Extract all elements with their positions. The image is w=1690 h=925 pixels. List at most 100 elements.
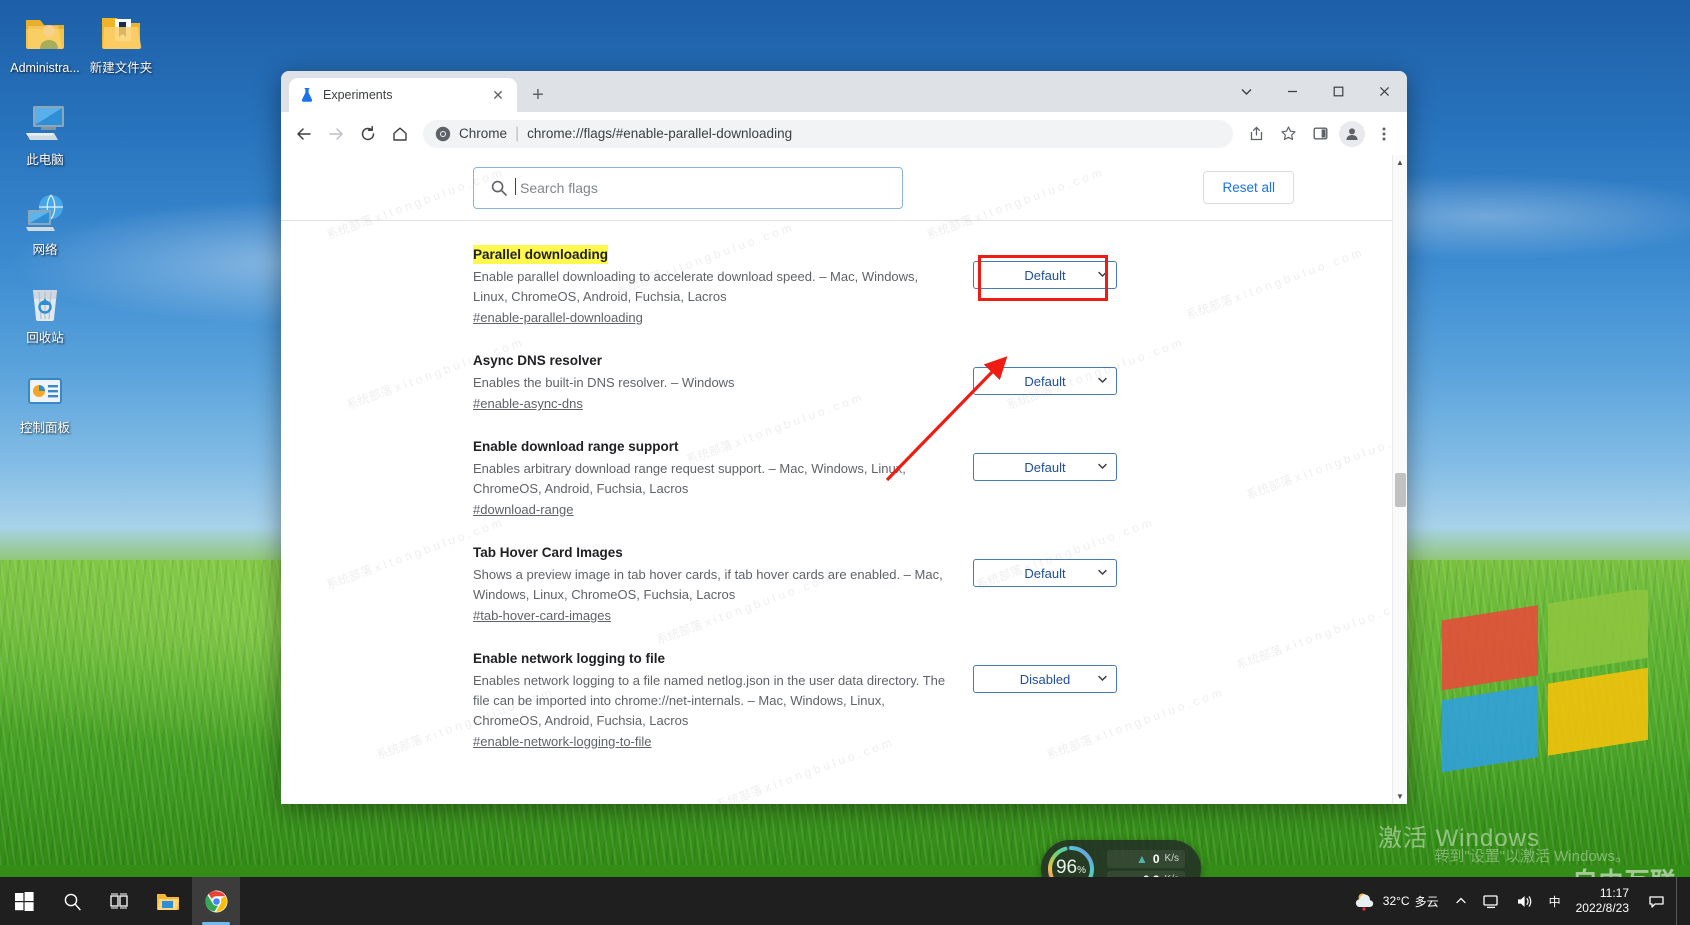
flag-select-value: Default — [1024, 373, 1066, 389]
weather-widget[interactable]: 32°C 多云 — [1349, 877, 1444, 925]
flags-search-header: Search flags Reset all — [281, 155, 1392, 221]
search-input[interactable]: Search flags — [473, 166, 903, 209]
volume-icon[interactable] — [1511, 877, 1538, 925]
desktop-icon-recycle-bin[interactable]: 回收站 — [2, 278, 88, 346]
flag-info: Enable download range support Enables ar… — [473, 437, 973, 519]
ime-indicator[interactable]: 中 — [1544, 877, 1566, 925]
windows-logo-artwork — [1442, 590, 1648, 773]
flag-info: Parallel downloading Enable parallel dow… — [473, 245, 973, 327]
chrome-browser-window: Experiments ✕ + Chrome | chrome://flags/… — [281, 71, 1407, 804]
desktop-icon-label: 新建文件夹 — [89, 61, 153, 75]
flag-title: Enable network logging to file — [473, 651, 666, 666]
chrome-logo-icon — [435, 126, 451, 141]
scroll-up-arrow-icon[interactable]: ▲ — [1393, 155, 1407, 170]
taskbar-search-button[interactable] — [48, 877, 96, 925]
flag-control: Default — [973, 245, 1117, 301]
new-tab-button[interactable]: + — [523, 80, 553, 110]
flag-description: Enable parallel downloading to accelerat… — [473, 269, 919, 304]
flag-control: Disabled — [973, 649, 1117, 693]
flag-permalink[interactable]: #tab-hover-card-images — [473, 608, 611, 623]
flag-select-network-logging[interactable]: Disabled — [973, 665, 1117, 693]
desktop-icon-label: 网络 — [32, 243, 58, 257]
partly-cloudy-icon — [1355, 893, 1373, 911]
close-icon[interactable]: ✕ — [489, 86, 507, 104]
desktop-icon-label: 控制面板 — [19, 421, 70, 435]
tray-expand-chevron-icon[interactable] — [1450, 877, 1472, 925]
toolbar-actions — [1241, 119, 1399, 149]
address-bar[interactable]: Chrome | chrome://flags/#enable-parallel… — [423, 119, 1233, 148]
flag-select-tab-hover-card-images[interactable]: Default — [973, 559, 1117, 587]
flag-description: Enables network logging to a file named … — [473, 673, 946, 728]
desktop-icon-this-pc[interactable]: 此电脑 — [2, 100, 88, 168]
flag-select-async-dns[interactable]: Default — [973, 367, 1117, 395]
share-icon[interactable] — [1241, 119, 1271, 149]
close-window-button[interactable] — [1361, 71, 1407, 112]
notification-icon[interactable] — [1643, 877, 1670, 925]
flag-info: Async DNS resolver Enables the built-in … — [473, 351, 973, 413]
tab-search-chevron-icon[interactable] — [1223, 71, 1269, 112]
desktop-icon-control-panel[interactable]: 控制面板 — [2, 368, 88, 436]
folder-icon — [78, 8, 164, 58]
control-panel-icon — [2, 368, 88, 418]
flag-select-value: Disabled — [1019, 671, 1071, 687]
desktop-icon-network[interactable]: 网络 — [2, 190, 88, 258]
weather-condition: 多云 — [1414, 894, 1439, 909]
network-tray-icon[interactable] — [1478, 877, 1505, 925]
star-icon[interactable] — [1273, 119, 1303, 149]
system-tray: 32°C 多云 中 11:17 2022/8/23 — [1349, 877, 1690, 925]
back-button[interactable] — [289, 119, 319, 149]
desktop: 激活 Windows 转到"设置"以激活 Windows。 自由互联 Admin… — [0, 0, 1690, 925]
three-dot-menu-icon[interactable] — [1369, 119, 1399, 149]
browser-toolbar: Chrome | chrome://flags/#enable-parallel… — [281, 112, 1407, 155]
clock-date: 2022/8/23 — [1575, 901, 1629, 915]
flag-select-download-range[interactable]: Default — [973, 453, 1117, 481]
maximize-button[interactable] — [1315, 71, 1361, 112]
flags-page: Search flags Reset all Parallel download… — [281, 155, 1392, 804]
flag-row: Enable network logging to file Enables n… — [281, 625, 1392, 751]
flag-select-value: Default — [1024, 267, 1066, 283]
activate-windows-watermark: 激活 Windows — [1377, 825, 1540, 852]
task-view-button[interactable] — [96, 877, 144, 925]
this-pc-icon — [2, 100, 88, 150]
scrollbar-thumb[interactable] — [1395, 473, 1406, 507]
start-button[interactable] — [0, 877, 48, 925]
reload-button[interactable] — [353, 119, 383, 149]
show-desktop-button[interactable] — [1676, 877, 1684, 925]
desktop-icon-new-folder[interactable]: 新建文件夹 — [78, 8, 164, 76]
flag-description: Shows a preview image in tab hover cards… — [473, 567, 943, 602]
minimize-button[interactable] — [1269, 71, 1315, 112]
desktop-icon-label: 此电脑 — [26, 153, 64, 167]
flag-permalink[interactable]: #enable-parallel-downloading — [473, 310, 643, 325]
flag-row: Parallel downloading Enable parallel dow… — [281, 221, 1392, 327]
chevron-down-icon — [1097, 566, 1108, 581]
flag-permalink[interactable]: #enable-async-dns — [473, 396, 583, 411]
taskbar-clock[interactable]: 11:17 2022/8/23 — [1572, 886, 1637, 916]
side-panel-icon[interactable] — [1305, 119, 1335, 149]
search-placeholder: Search flags — [515, 177, 598, 196]
flag-row: Enable download range support Enables ar… — [281, 413, 1392, 519]
chrome-taskbar-button[interactable] — [192, 877, 240, 925]
reset-all-button[interactable]: Reset all — [1203, 171, 1294, 204]
flag-permalink[interactable]: #enable-network-logging-to-file — [473, 734, 652, 749]
flag-select-value: Default — [1024, 565, 1066, 581]
flag-row: Async DNS resolver Enables the built-in … — [281, 327, 1392, 413]
search-icon — [491, 180, 507, 196]
desktop-icon-label: 回收站 — [26, 331, 64, 345]
vertical-scrollbar[interactable]: ▲ ▼ — [1392, 155, 1407, 804]
browser-tab-experiments[interactable]: Experiments ✕ — [289, 78, 517, 112]
chevron-down-icon — [1097, 268, 1108, 283]
chevron-down-icon — [1097, 672, 1108, 687]
home-button[interactable] — [385, 119, 415, 149]
avatar[interactable] — [1337, 119, 1367, 149]
flag-select-value: Default — [1024, 459, 1066, 475]
chevron-down-icon — [1097, 374, 1108, 389]
chevron-down-icon — [1097, 460, 1108, 475]
upload-rate-row: ▲ 0 K/s — [1107, 849, 1185, 868]
tab-title: Experiments — [323, 88, 393, 102]
desktop-icon-administrator[interactable]: Administra... — [2, 8, 88, 76]
scroll-down-arrow-icon[interactable]: ▼ — [1393, 789, 1407, 804]
flag-select-parallel-downloading[interactable]: Default — [973, 261, 1117, 289]
file-explorer-button[interactable] — [144, 877, 192, 925]
flag-permalink[interactable]: #download-range — [473, 502, 573, 517]
forward-button[interactable] — [321, 119, 351, 149]
